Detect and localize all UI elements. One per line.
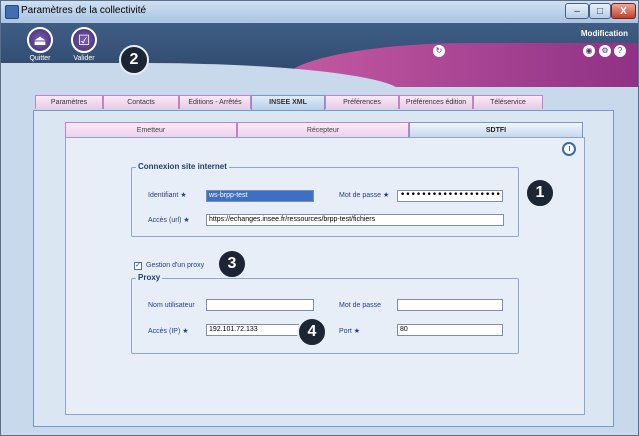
quit-button[interactable]: ⏏ Quitter — [15, 27, 65, 62]
refresh-icon[interactable]: ↻ — [433, 45, 445, 57]
identifiant-label: Identifiant ★ — [148, 192, 187, 199]
password-input[interactable]: •••••••••••••••••••• — [397, 190, 503, 202]
tab-preferences-edition[interactable]: Préférences édition — [399, 95, 473, 109]
tab-parametres[interactable]: Paramètres — [35, 95, 103, 109]
ip-label: Accès (IP) ★ — [148, 328, 189, 335]
proxy-group: Proxy — [131, 273, 519, 354]
callout-1: 1 — [525, 178, 555, 208]
title-bar: Paramètres de la collectivité – □ X — [1, 1, 638, 24]
checkbox-icon: ☑ — [71, 27, 97, 53]
proxy-legend: Proxy — [136, 273, 163, 282]
required-star-icon: ★ — [180, 192, 187, 199]
url-label: Accès (url) ★ — [148, 217, 190, 224]
check-icon: ✓ — [135, 262, 141, 269]
user-label: Nom utilisateur — [148, 302, 195, 309]
proxy-user-input[interactable] — [206, 299, 314, 311]
identifiant-input[interactable]: ws-brpp-test — [206, 190, 314, 202]
mode-label: Modification — [580, 29, 628, 38]
door-exit-icon: ⏏ — [27, 27, 53, 53]
maximize-button[interactable]: □ — [589, 3, 611, 19]
url-input[interactable]: https://echanges.insee.fr/ressources/brp… — [206, 214, 504, 226]
required-star-icon: ★ — [182, 328, 189, 335]
tab-preferences[interactable]: Préférences — [325, 95, 399, 109]
minimize-button[interactable]: – — [565, 3, 589, 19]
window-bottom-border — [1, 429, 638, 435]
tab-emetteur[interactable]: Emetteur — [65, 122, 237, 138]
connexion-group: Connexion site internet — [131, 162, 519, 237]
tab-recepteur[interactable]: Récepteur — [237, 122, 409, 138]
port-label: Port ★ — [339, 328, 361, 335]
tab-insee-xml[interactable]: INSEE XML — [251, 95, 325, 110]
tab-editions-arretes[interactable]: Editions - Arrêtés — [179, 95, 251, 109]
tab-contacts[interactable]: Contacts — [103, 95, 179, 109]
proxy-password-input[interactable] — [397, 299, 503, 311]
callout-4: 4 — [297, 317, 327, 347]
validate-label: Valider — [73, 55, 95, 62]
proxy-checkbox[interactable]: ✓ — [134, 262, 142, 270]
required-star-icon: ★ — [183, 217, 190, 224]
connexion-legend: Connexion site internet — [136, 162, 229, 171]
tab-sdtfi[interactable]: SDTFI — [409, 122, 583, 138]
close-button[interactable]: X — [611, 3, 636, 19]
callout-2: 2 — [119, 45, 149, 75]
proxy-checkbox-label: Gestion d'un proxy — [146, 262, 205, 269]
password-label: Mot de passe ★ — [339, 192, 390, 199]
validate-button[interactable]: ☑ Valider — [59, 27, 109, 62]
window-title: Paramètres de la collectivité — [21, 5, 147, 16]
proxy-password-label: Mot de passe — [339, 302, 382, 309]
quit-label: Quitter — [29, 55, 51, 62]
proxy-port-input[interactable]: 80 — [397, 324, 503, 336]
view-icon[interactable]: ◉ — [583, 45, 595, 57]
settings-window: Paramètres de la collectivité – □ X ⏏ Qu… — [0, 0, 639, 436]
settings-icon[interactable]: ⚙ — [599, 45, 611, 57]
app-icon — [5, 5, 19, 19]
callout-3: 3 — [217, 249, 247, 279]
tab-teleservice[interactable]: Téléservice — [473, 95, 543, 109]
clock-icon[interactable] — [562, 142, 576, 156]
required-star-icon: ★ — [382, 192, 390, 199]
required-star-icon: ★ — [353, 328, 361, 335]
help-icon[interactable]: ? — [614, 45, 626, 57]
toolbar: ⏏ Quitter ☑ Valider Modification ↻ ◉ ⚙ ? — [1, 23, 638, 87]
